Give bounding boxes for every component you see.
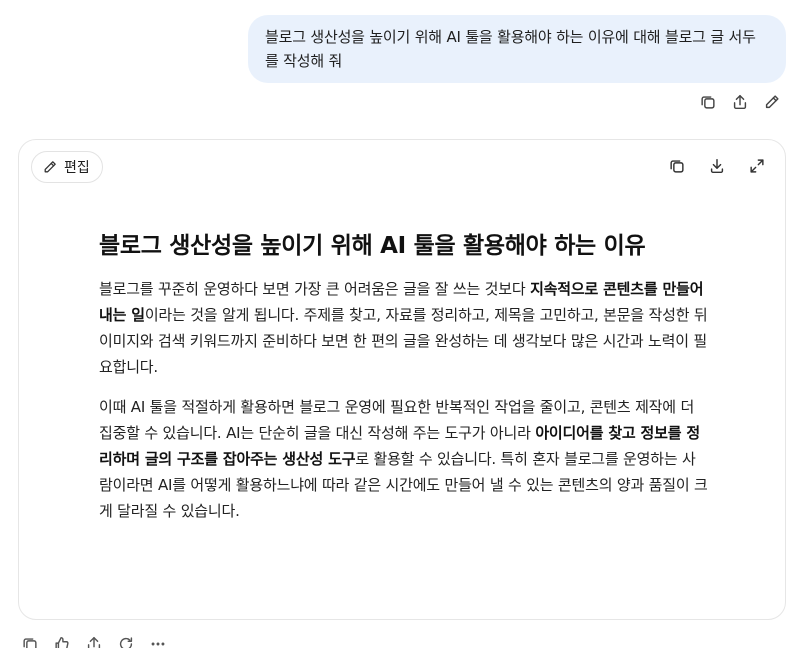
pencil-icon bbox=[44, 161, 56, 173]
response-actions bbox=[20, 634, 168, 648]
share-icon[interactable] bbox=[730, 92, 750, 112]
share-icon[interactable] bbox=[84, 634, 104, 648]
document-toolbar bbox=[667, 156, 767, 176]
chat-page: 블로그 생산성을 높이기 위해 AI 툴을 활용해야 하는 이유에 대해 블로그… bbox=[0, 0, 803, 648]
document-paragraph-2: 이때 AI 툴을 적절하게 활용하면 블로그 운영에 필요한 반복적인 작업을 … bbox=[99, 394, 709, 524]
regenerate-icon[interactable] bbox=[116, 634, 136, 648]
user-message-text: 블로그 생산성을 높이기 위해 AI 툴을 활용해야 하는 이유에 대해 블로그… bbox=[265, 28, 756, 70]
user-message-bubble: 블로그 생산성을 높이기 위해 AI 툴을 활용해야 하는 이유에 대해 블로그… bbox=[248, 15, 786, 83]
copy-icon[interactable] bbox=[20, 634, 40, 648]
expand-icon[interactable] bbox=[747, 156, 767, 176]
paragraph-text: 이라는 것을 알게 됩니다. 주제를 찾고, 자료를 정리하고, 제목을 고민하… bbox=[99, 306, 708, 376]
edit-label: 편집 bbox=[64, 160, 90, 176]
document-card: 편집 블로그 생산성을 높이기 위해 AI 툴을 활용해야 하는 이유 블로그를… bbox=[18, 139, 786, 620]
edit-pencil-icon[interactable] bbox=[762, 92, 782, 112]
download-icon[interactable] bbox=[707, 156, 727, 176]
user-message-actions bbox=[698, 92, 782, 112]
copy-icon[interactable] bbox=[667, 156, 687, 176]
copy-icon[interactable] bbox=[698, 92, 718, 112]
document-title: 블로그 생산성을 높이기 위해 AI 툴을 활용해야 하는 이유 bbox=[99, 233, 646, 259]
thumbs-up-icon[interactable] bbox=[52, 634, 72, 648]
document-paragraph-1: 블로그를 꾸준히 운영하다 보면 가장 큰 어려움은 글을 잘 쓰는 것보다 지… bbox=[99, 276, 709, 380]
edit-button[interactable]: 편집 bbox=[31, 151, 103, 183]
paragraph-text: 블로그를 꾸준히 운영하다 보면 가장 큰 어려움은 글을 잘 쓰는 것보다 bbox=[99, 280, 531, 298]
more-icon[interactable] bbox=[148, 634, 168, 648]
document-body: 블로그 생산성을 높이기 위해 AI 툴을 활용해야 하는 이유 블로그를 꾸준… bbox=[99, 230, 709, 538]
